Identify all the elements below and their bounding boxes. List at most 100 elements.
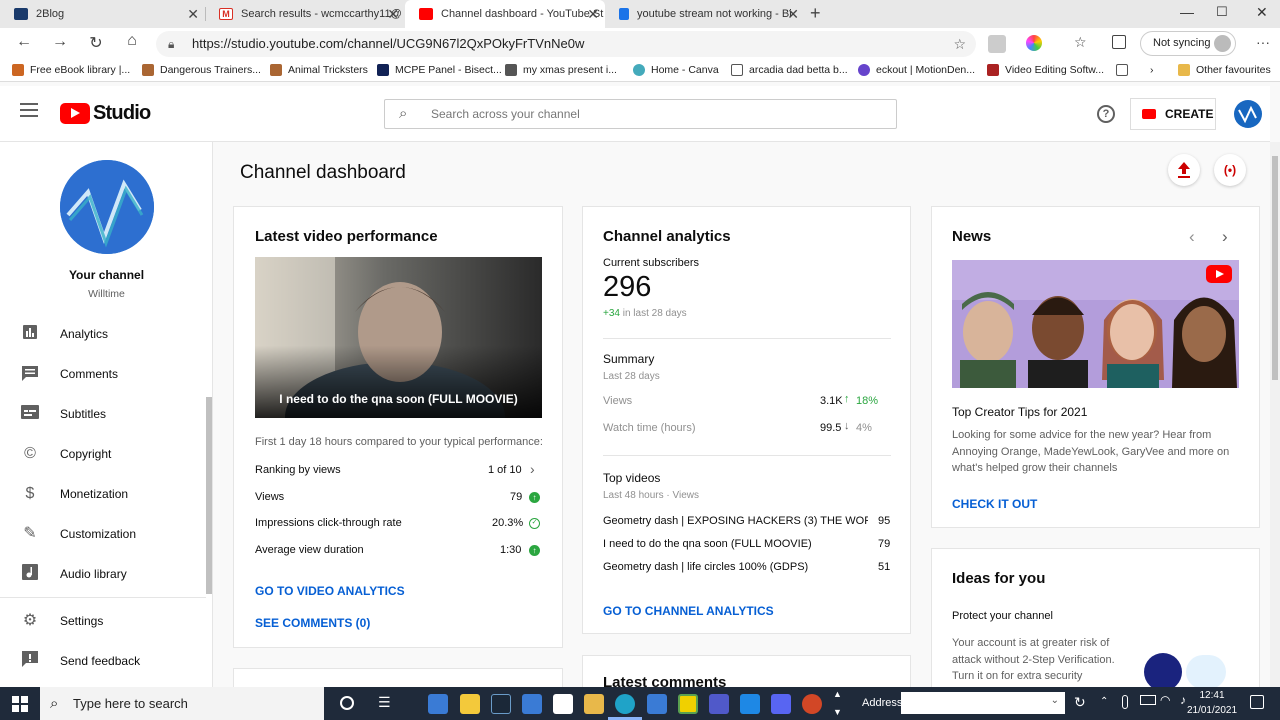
clock-date[interactable]: 21/01/2021 (1180, 705, 1244, 716)
bookmark-item[interactable]: Home - Canva (633, 64, 719, 76)
tray-overflow-icon[interactable]: ⌃ (1100, 696, 1108, 707)
bookmark-item[interactable]: MCPE Panel - Bisect... (377, 64, 502, 76)
bookmark-item[interactable]: Dangerous Trainers... (142, 64, 261, 76)
close-tab-icon[interactable]: ✕ (587, 6, 599, 23)
sidebar-item-audio-library[interactable]: Audio library (0, 554, 205, 594)
bookmark-item[interactable] (1116, 64, 1134, 76)
dropdown-arrow-icon[interactable]: ⌄ (1051, 695, 1059, 706)
sidebar-item-settings[interactable]: ⚙ Settings (0, 601, 205, 641)
sidebar-item-send-feedback[interactable]: Send feedback (0, 641, 205, 681)
other-favourites-folder[interactable]: Other favourites (1178, 64, 1271, 76)
go-to-video-analytics-link[interactable]: GO TO VIDEO ANALYTICS (255, 584, 405, 598)
taskbar-search-input[interactable]: ⌕ Type here to search (40, 687, 324, 720)
file-explorer-icon[interactable] (460, 694, 480, 714)
discord-icon[interactable] (771, 694, 791, 714)
refresh-icon[interactable]: ↻ (1074, 694, 1086, 711)
clock-time[interactable]: 12:41 (1186, 690, 1238, 701)
windows-start-icon[interactable] (12, 696, 28, 712)
sidebar: Your channel Willtime Analytics Comments… (0, 142, 213, 687)
edge-browser-icon[interactable] (615, 694, 635, 714)
bookmark-item[interactable]: arcadia dad betta b... (731, 64, 848, 76)
video-editor-icon[interactable] (740, 694, 760, 714)
upload-button[interactable] (1168, 154, 1200, 186)
maximize-icon[interactable]: ☐ (1216, 4, 1228, 20)
sidebar-item-copyright[interactable]: © Copyright (0, 434, 205, 474)
not-syncing-button[interactable]: Not syncing (1140, 31, 1236, 56)
close-tab-icon[interactable]: ✕ (387, 6, 399, 23)
steam-icon[interactable] (491, 694, 511, 714)
bookmarks-overflow-icon[interactable]: › (1150, 64, 1154, 76)
bookmark-item[interactable]: my xmas present i... (505, 64, 617, 76)
browser-tab[interactable]: 2Blog ✕ (0, 0, 206, 28)
sidebar-item-comments[interactable]: Comments (0, 354, 205, 394)
chevron-right-icon[interactable]: › (1222, 227, 1228, 247)
mail-icon[interactable] (647, 694, 667, 714)
bookmark-icon (1116, 64, 1128, 76)
go-live-button[interactable]: (•) (1214, 154, 1246, 186)
channel-avatar[interactable] (60, 160, 154, 254)
close-tab-icon[interactable]: ✕ (787, 6, 799, 23)
bookmark-item[interactable]: Video Editing Softw... (987, 64, 1104, 76)
go-to-channel-analytics-link[interactable]: GO TO CHANNEL ANALYTICS (603, 604, 774, 618)
sidebar-item-subtitles[interactable]: Subtitles (0, 394, 205, 434)
minecraft-icon[interactable] (678, 694, 698, 714)
calculator-icon[interactable] (522, 694, 542, 714)
address-toolbar-input[interactable]: ⌄ (901, 692, 1065, 714)
wifi-icon[interactable]: ◠ (1160, 693, 1170, 707)
url-input[interactable]: 🔒︎ https://studio.youtube.com/channel/UC… (156, 31, 976, 57)
favorites-list-icon[interactable]: ☆ (1074, 34, 1087, 51)
sidebar-item-customization[interactable]: ✎ Customization (0, 514, 205, 554)
sidebar-item-monetization[interactable]: $ Monetization (0, 474, 205, 514)
sidebar-item-analytics[interactable]: Analytics (0, 314, 205, 354)
scroll-down-icon[interactable]: ▼ (833, 707, 842, 717)
new-tab-icon[interactable]: + (810, 3, 821, 24)
more-menu-icon[interactable]: ··· (1256, 34, 1270, 50)
see-comments-link[interactable]: SEE COMMENTS (0) (255, 616, 370, 630)
favorite-star-icon[interactable]: ☆ (953, 31, 966, 57)
search-input[interactable]: ⌕ Search across your channel (384, 99, 897, 129)
studio-logo-text[interactable]: Studio (93, 102, 151, 125)
chevron-left-icon[interactable]: ‹ (1189, 227, 1195, 247)
browser-tab-active[interactable]: Channel dashboard - YouTube St ✕ (405, 0, 605, 28)
extension-icon[interactable] (988, 35, 1006, 53)
account-avatar-icon[interactable] (1234, 100, 1262, 128)
app-icon[interactable] (428, 694, 448, 714)
browser-tab[interactable]: youtube stream not working - Bi ✕ (605, 0, 805, 28)
cortana-icon[interactable] (340, 696, 354, 710)
collections-icon[interactable] (1112, 35, 1126, 49)
page-scrollbar[interactable] (1270, 142, 1280, 687)
hamburger-menu-icon[interactable] (20, 103, 38, 117)
close-tab-icon[interactable]: ✕ (187, 6, 199, 23)
store-icon[interactable] (553, 694, 573, 714)
bookmark-item[interactable]: eckout | MotionDen... (858, 64, 975, 76)
news-image[interactable] (952, 260, 1239, 388)
top-video-title[interactable]: Geometry dash | life circles 100% (GDPS) (603, 561, 808, 573)
help-icon[interactable]: ? (1097, 105, 1115, 123)
top-video-title[interactable]: I need to do the qna soon (FULL MOOVIE) (603, 538, 812, 550)
task-view-icon[interactable]: ☰ (378, 694, 391, 711)
color-extension-icon[interactable] (1026, 35, 1042, 51)
folder-icon[interactable] (584, 694, 604, 714)
microphone-icon[interactable] (1122, 695, 1128, 709)
forward-icon[interactable]: → (50, 33, 70, 51)
sidebar-scrollbar[interactable] (206, 397, 212, 594)
chevron-right-icon[interactable]: › (530, 461, 535, 477)
check-it-out-link[interactable]: CHECK IT OUT (952, 497, 1037, 511)
window-close-icon[interactable]: ✕ (1256, 4, 1268, 21)
bookmark-item[interactable]: Free eBook library |... (12, 64, 130, 76)
refresh-icon[interactable]: ↻ (86, 33, 106, 53)
notifications-icon[interactable] (1250, 695, 1264, 709)
youtube-logo-icon[interactable] (60, 103, 90, 124)
create-button[interactable]: CREATE (1130, 98, 1216, 130)
top-video-title[interactable]: Geometry dash | EXPOSING HACKERS (3) THE… (603, 515, 868, 527)
video-thumbnail[interactable]: I need to do the qna soon (FULL MOOVIE) (255, 257, 542, 418)
scroll-up-icon[interactable]: ▲ (833, 689, 842, 699)
teams-icon[interactable] (709, 694, 729, 714)
back-icon[interactable]: ← (14, 33, 34, 51)
home-icon[interactable]: ⌂ (122, 32, 142, 50)
bookmark-item[interactable]: Animal Tricksters (270, 64, 368, 76)
browser-tab[interactable]: M Search results - wcmccarthy11@ ✕ (205, 0, 405, 28)
battery-icon[interactable] (1140, 695, 1156, 705)
powerpoint-icon[interactable] (802, 694, 822, 714)
minimize-icon[interactable]: — (1180, 4, 1194, 20)
